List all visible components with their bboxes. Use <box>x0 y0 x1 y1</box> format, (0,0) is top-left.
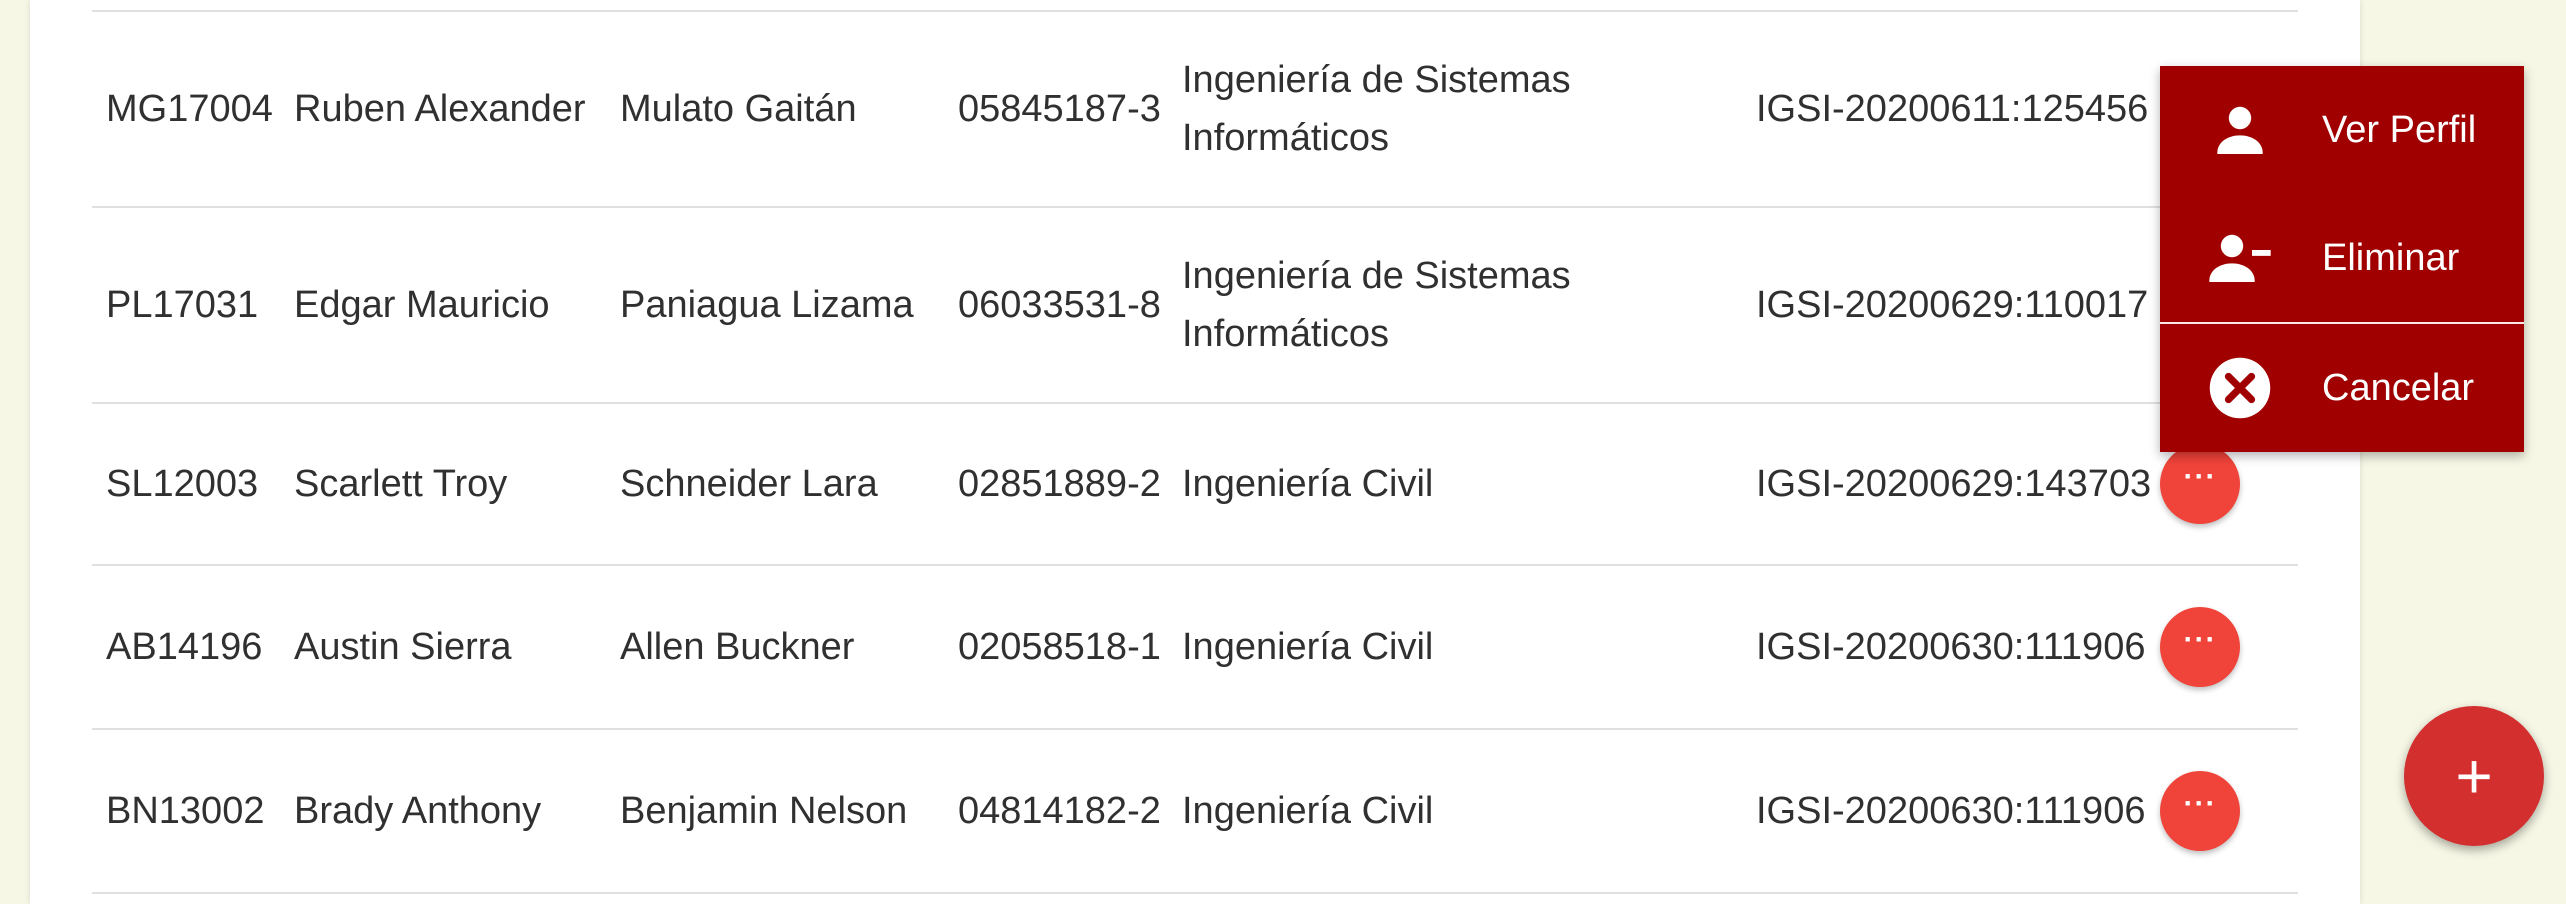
more-horiz-icon: ··· <box>2183 787 2217 820</box>
students-table: MG17004 Ruben Alexander Mulato Gaitán 05… <box>92 10 2298 894</box>
cell-lastnames: Paniagua Lizama <box>620 284 914 326</box>
row-actions-button[interactable]: ··· <box>2160 444 2240 524</box>
more-horiz-icon: ··· <box>2183 460 2217 493</box>
cell-lastnames: Schneider Lara <box>620 463 878 505</box>
cell-names: Ruben Alexander <box>294 88 586 130</box>
cell-code: SL12003 <box>106 463 259 505</box>
table-row: PL17031 Edgar Mauricio Paniagua Lizama 0… <box>92 208 2298 404</box>
row-actions-button[interactable]: ··· <box>2160 771 2240 851</box>
cell-code: BN13002 <box>106 790 265 832</box>
person-icon <box>2200 90 2280 170</box>
menu-item-label: Ver Perfil <box>2322 108 2477 151</box>
cell-code: AB14196 <box>106 626 263 668</box>
cell-career: Ingeniería Civil <box>1182 790 1434 832</box>
cell-lastnames: Mulato Gaitán <box>620 88 857 130</box>
cell-code: PL17031 <box>106 284 259 326</box>
cell-names: Austin Sierra <box>294 626 512 668</box>
cell-code: MG17004 <box>106 88 273 130</box>
cell-career: Ingeniería de Sistemas Informáticos <box>1182 255 1571 355</box>
menu-item-label: Cancelar <box>2322 366 2475 409</box>
cell-dui: 02851889-2 <box>958 463 1161 505</box>
table-row: SL12003 Scarlett Troy Schneider Lara 028… <box>92 404 2298 566</box>
menu-item-eliminar[interactable]: Eliminar <box>2160 194 2524 322</box>
cell-career: Ingeniería Civil <box>1182 463 1434 505</box>
cell-career: Ingeniería Civil <box>1182 626 1434 668</box>
cell-ticket: IGSI-20200629:143703 <box>1756 463 2152 505</box>
cell-ticket: IGSI-20200630:111906 <box>1756 626 2146 668</box>
table-row: BN13002 Brady Anthony Benjamin Nelson 04… <box>92 730 2298 894</box>
add-icon: + <box>2455 740 2493 812</box>
menu-item-ver-perfil[interactable]: Ver Perfil <box>2160 66 2524 194</box>
cancel-circle-icon <box>2200 348 2280 428</box>
cell-career: Ingeniería de Sistemas Informáticos <box>1182 59 1571 159</box>
add-button[interactable]: + <box>2404 706 2544 846</box>
person-remove-icon <box>2200 218 2280 298</box>
cell-names: Scarlett Troy <box>294 463 508 505</box>
cell-dui: 06033531-8 <box>958 284 1161 326</box>
cell-dui: 05845187-3 <box>958 88 1161 130</box>
table-row: MG17004 Ruben Alexander Mulato Gaitán 05… <box>92 10 2298 208</box>
menu-item-cancelar[interactable]: Cancelar <box>2160 324 2524 452</box>
cell-ticket: IGSI-20200611:125456 <box>1756 88 2149 130</box>
row-actions-button[interactable]: ··· <box>2160 607 2240 687</box>
table-row: AB14196 Austin Sierra Allen Buckner 0205… <box>92 566 2298 730</box>
cell-lastnames: Allen Buckner <box>620 626 855 668</box>
cell-dui: 02058518-1 <box>958 626 1161 668</box>
more-horiz-icon: ··· <box>2183 623 2217 656</box>
cell-names: Edgar Mauricio <box>294 284 550 326</box>
cell-ticket: IGSI-20200630:111906 <box>1756 790 2146 832</box>
menu-item-label: Eliminar <box>2322 236 2460 279</box>
cell-names: Brady Anthony <box>294 790 542 832</box>
cell-dui: 04814182-2 <box>958 790 1161 832</box>
cell-lastnames: Benjamin Nelson <box>620 790 908 832</box>
cell-ticket: IGSI-20200629:110017 <box>1756 284 2149 326</box>
row-context-menu: Ver Perfil Eliminar Cancelar <box>2160 66 2524 452</box>
